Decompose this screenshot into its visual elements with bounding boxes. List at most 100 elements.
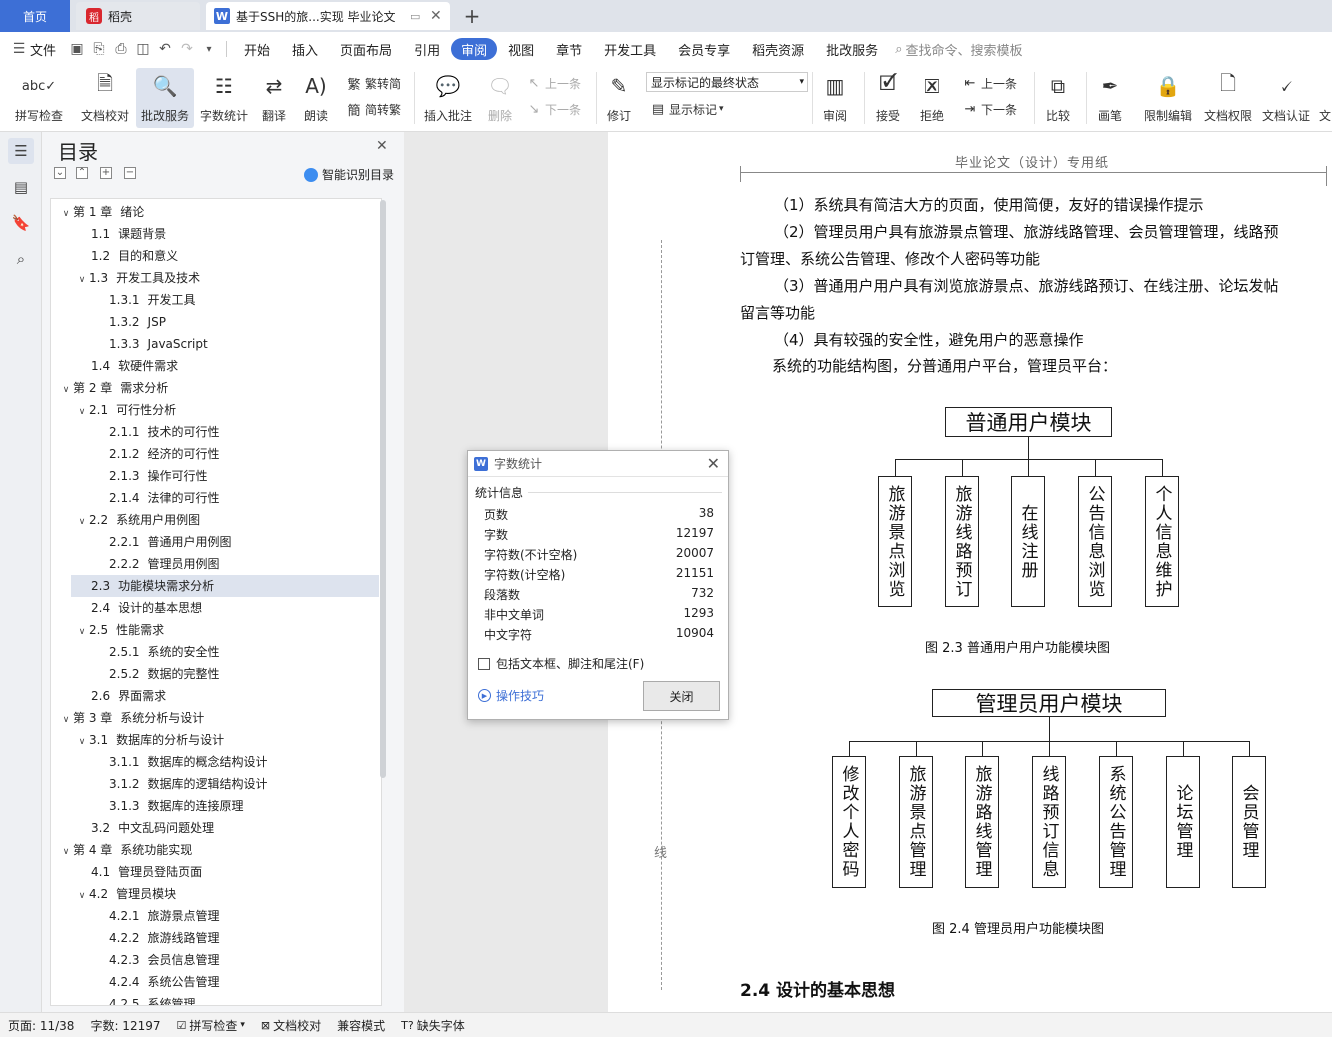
remove-heading-icon[interactable]: −	[124, 167, 136, 179]
toc-item[interactable]: ∨ 2.5 性能需求	[51, 619, 381, 641]
status-spellcheck[interactable]: ☑ 拼写检查 ▾	[169, 1017, 253, 1034]
collapse-all-icon[interactable]: ⌄	[54, 167, 66, 179]
chevron-down-icon[interactable]: ∨	[59, 379, 73, 401]
toc-scrollbar[interactable]	[380, 200, 386, 778]
menu-tab[interactable]: 批改服务	[815, 38, 889, 60]
toc-item[interactable]: 2.6 界面需求	[51, 685, 381, 707]
menu-tab[interactable]: 章节	[545, 38, 593, 60]
close-icon[interactable]: ✕	[707, 454, 720, 473]
toc-item[interactable]: ∨ 3.1 数据库的分析与设计	[51, 729, 381, 751]
chevron-down-icon[interactable]: ∨	[75, 885, 89, 907]
next-comment-button[interactable]: ↘ 下一条	[526, 98, 581, 120]
chevron-down-icon[interactable]: ∨	[59, 709, 73, 731]
review-service-button[interactable]: 🔍 批改服务	[136, 68, 194, 128]
tab-document[interactable]: W 基于SSH的旅...实现 毕业论文 ▭ ✕	[206, 2, 450, 30]
menu-tab[interactable]: 会员专享	[667, 38, 741, 60]
toc-item[interactable]: 2.1.1 技术的可行性	[51, 421, 381, 443]
tab-daoke[interactable]: 稻稻壳	[76, 2, 200, 30]
track-changes-button[interactable]: ✎ 修订	[600, 68, 638, 128]
toc-item[interactable]: ∨ 2.1 可行性分析	[51, 399, 381, 421]
markup-state-select[interactable]: 显示标记的最终状态 ▾	[646, 72, 808, 92]
compare-button[interactable]: ⧉ 比较	[1038, 68, 1078, 128]
export-pdf-icon[interactable]: ⎘	[88, 38, 110, 60]
checkbox-box[interactable]	[478, 657, 490, 670]
toc-item[interactable]: ∨ 第 3 章系统分析与设计	[51, 707, 381, 729]
command-search[interactable]: ⌕ 查找命令、搜索模板	[895, 40, 1022, 59]
tips-link[interactable]: ▶ 操作技巧	[478, 687, 544, 704]
restore-icon[interactable]: ▭	[410, 10, 420, 23]
delete-comment-button[interactable]: 🗨 删除	[480, 68, 520, 128]
file-menu[interactable]: 文件	[30, 40, 56, 59]
doc-proof-button[interactable]: 🗎 文档校对	[76, 68, 134, 128]
toc-item[interactable]: 2.1.4 法律的可行性	[51, 487, 381, 509]
toc-item[interactable]: ∨ 第 2 章需求分析	[51, 377, 381, 399]
prev-comment-button[interactable]: ↖ 上一条	[526, 72, 581, 94]
bookmark-icon[interactable]: 🔖	[8, 210, 34, 236]
toc-item[interactable]: 2.2.2 管理员用例图	[51, 553, 381, 575]
include-textbox-checkbox[interactable]: 包括文本框、脚注和尾注(F)	[478, 655, 644, 672]
menu-tab[interactable]: 插入	[281, 38, 329, 60]
page-indicator[interactable]: 页面: 11/38	[0, 1017, 82, 1034]
toc-item[interactable]: ∨ 2.2 系统用户用例图	[51, 509, 381, 531]
menu-tab[interactable]: 视图	[497, 38, 545, 60]
toc-item[interactable]: 3.1.2 数据库的逻辑结构设计	[51, 773, 381, 795]
status-proof[interactable]: ⊠ 文档校对	[253, 1017, 329, 1034]
chevron-down-icon[interactable]: ∨	[59, 203, 73, 225]
toc-item[interactable]: 4.2.2 旅游线路管理	[51, 927, 381, 949]
accept-button[interactable]: 🗹 接受	[868, 68, 908, 128]
toc-item[interactable]: 4.2.1 旅游景点管理	[51, 905, 381, 927]
chevron-down-icon[interactable]: ∨	[75, 511, 89, 533]
simp-to-trad-button[interactable]: 簡简转繁	[346, 98, 401, 120]
customize-quick-access-icon[interactable]: ▾	[198, 38, 220, 60]
toc-item[interactable]: 1.3.2 JSP	[51, 311, 381, 333]
toc-item[interactable]: 3.1.3 数据库的连接原理	[51, 795, 381, 817]
toc-item[interactable]: ∨ 1.3 开发工具及技术	[51, 267, 381, 289]
next-change-button[interactable]: ⇥ 下一条	[962, 98, 1017, 120]
word-count-button[interactable]: ☷ 字数统计	[196, 68, 252, 128]
toc-item[interactable]: 3.2 中文乱码问题处理	[51, 817, 381, 839]
toc-item[interactable]: 2.5.1 系统的安全性	[51, 641, 381, 663]
prev-change-button[interactable]: ⇤ 上一条	[962, 72, 1017, 94]
toc-item[interactable]: ∨ 4.2 管理员模块	[51, 883, 381, 905]
toc-item[interactable]: 3.1.1 数据库的概念结构设计	[51, 751, 381, 773]
hamburger-icon[interactable]: ☰	[8, 38, 30, 60]
translate-button[interactable]: ⇄ 翻译	[254, 68, 294, 128]
smart-toc-button[interactable]: 智能识别目录	[304, 166, 394, 183]
menu-tab[interactable]: 页面布局	[329, 38, 403, 60]
chevron-down-icon[interactable]: ∨	[75, 401, 89, 423]
doc-permission-button[interactable]: 🗋 文档权限	[1200, 68, 1256, 128]
pen-button[interactable]: ✒ 画笔	[1090, 68, 1130, 128]
show-markup-button[interactable]: ▤ 显示标记 ▾	[650, 98, 724, 120]
new-tab-button[interactable]: +	[458, 2, 486, 30]
toc-item[interactable]: 1.3.3 JavaScript	[51, 333, 381, 355]
menu-tab[interactable]: 稻壳资源	[741, 38, 815, 60]
toc-item[interactable]: 2.2.1 普通用户用例图	[51, 531, 381, 553]
chevron-down-icon[interactable]: ∨	[75, 731, 89, 753]
print-preview-icon[interactable]: ◫	[132, 38, 154, 60]
read-aloud-button[interactable]: A) 朗读	[296, 68, 336, 128]
more-ribbon-button[interactable]: 文	[1318, 68, 1332, 128]
chevron-down-icon[interactable]: ∨	[75, 269, 89, 291]
menu-tab[interactable]: 审阅	[451, 38, 498, 60]
toc-item[interactable]: 1.1 课题背景	[51, 223, 381, 245]
toc-item[interactable]: 2.4 设计的基本思想	[51, 597, 381, 619]
toc-item[interactable]: ∨ 第 1 章绪论	[51, 201, 381, 223]
redo-icon[interactable]: ↷	[176, 38, 198, 60]
toc-item[interactable]: 4.2.5 系统管理	[51, 993, 381, 1005]
toc-item[interactable]: 2.1.3 操作可行性	[51, 465, 381, 487]
toc-item[interactable]: 4.2.3 会员信息管理	[51, 949, 381, 971]
toc-item[interactable]: 1.3.1 开发工具	[51, 289, 381, 311]
chevron-down-icon[interactable]: ∨	[75, 621, 89, 643]
undo-icon[interactable]: ↶	[154, 38, 176, 60]
menu-tab[interactable]: 开发工具	[593, 38, 667, 60]
close-button[interactable]: 关闭	[643, 681, 720, 711]
toc-icon[interactable]: ☰	[8, 138, 34, 164]
toc-item[interactable]: 1.4 软硬件需求	[51, 355, 381, 377]
toc-item[interactable]: ∨ 第 4 章系统功能实现	[51, 839, 381, 861]
missing-font[interactable]: T? 缺失字体	[393, 1017, 473, 1034]
word-count-indicator[interactable]: 字数: 12197	[82, 1017, 168, 1034]
close-icon[interactable]: ✕	[376, 138, 388, 154]
toc-item[interactable]: 1.2 目的和意义	[51, 245, 381, 267]
toc-item[interactable]: 2.5.2 数据的完整性	[51, 663, 381, 685]
close-tab-icon[interactable]: ✕	[430, 8, 442, 24]
